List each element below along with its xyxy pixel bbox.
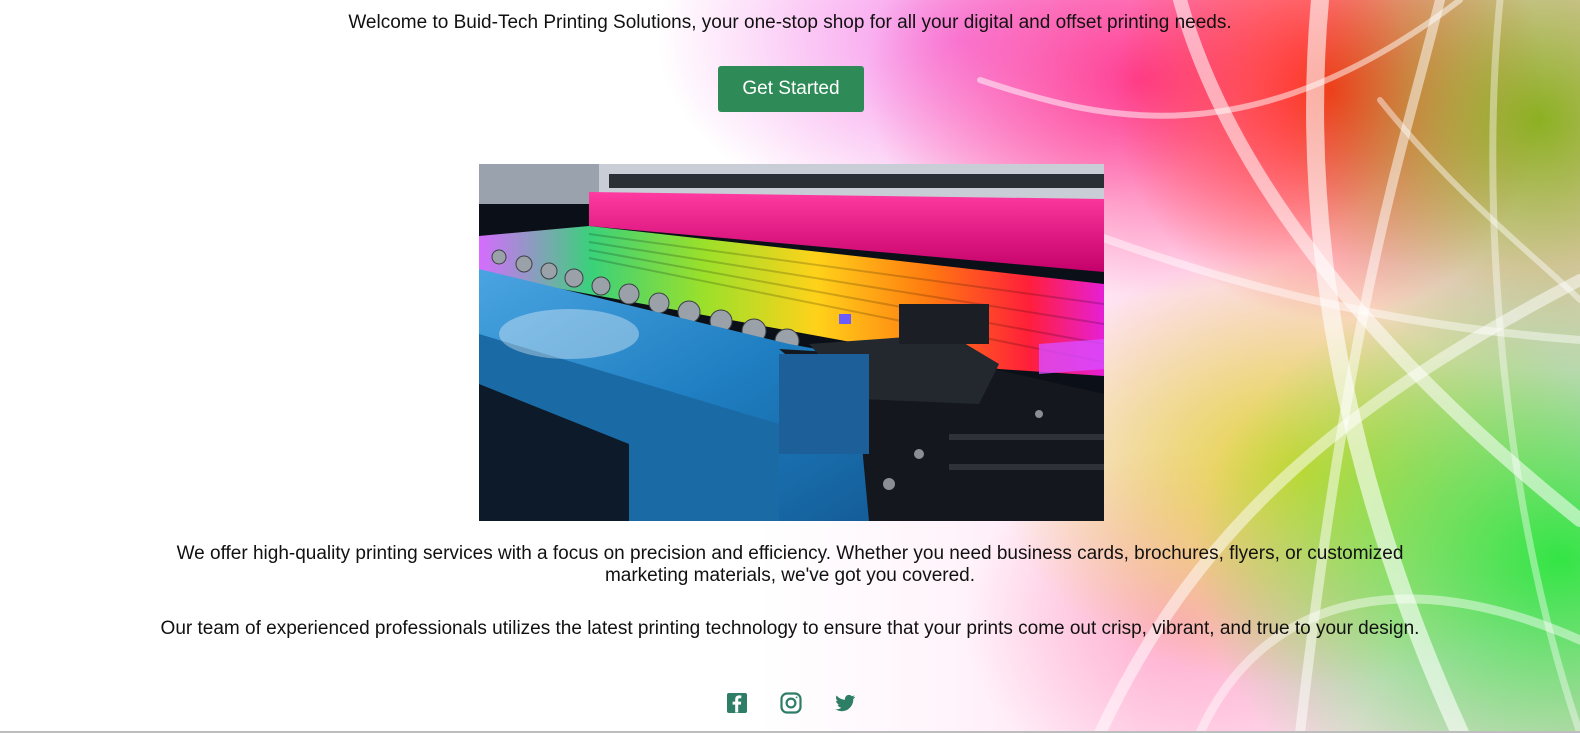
main-content: Welcome to Buid-Tech Printing Solutions,… [0,0,1580,733]
twitter-icon[interactable] [833,691,857,715]
printer-hero-image [479,164,1104,521]
welcome-text: Welcome to Buid-Tech Printing Solutions,… [348,12,1232,33]
team-paragraph: Our team of experienced professionals ut… [160,618,1420,639]
facebook-icon[interactable] [725,691,749,715]
services-paragraph: We offer high-quality printing services … [176,543,1404,586]
social-links [725,691,857,715]
printer-illustration [479,164,1104,521]
instagram-icon[interactable] [779,691,803,715]
get-started-button[interactable]: Get Started [718,66,864,112]
